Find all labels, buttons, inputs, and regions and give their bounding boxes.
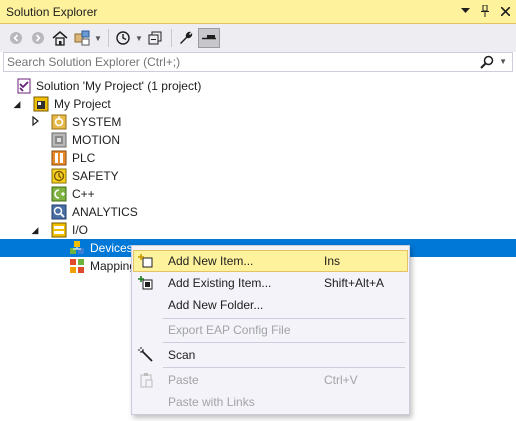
tree-item-label: ANALYTICS <box>72 205 138 219</box>
add-existing-item-icon <box>138 275 154 291</box>
tree-item-label: I/O <box>72 223 89 237</box>
tree-item-plc[interactable]: PLC <box>0 149 516 167</box>
preview-selected-items-icon[interactable] <box>198 28 220 48</box>
tree-item-io[interactable]: ◢ I/O <box>0 221 516 239</box>
search-options-dropdown-icon[interactable]: ▼ <box>499 54 507 70</box>
tree-item-label: MOTION <box>72 133 120 147</box>
collapse-all-icon[interactable] <box>145 28 165 48</box>
clipboard-icon <box>138 372 154 388</box>
magic-wand-icon <box>138 347 154 363</box>
toolbar-separator <box>171 29 172 47</box>
properties-icon[interactable] <box>176 28 196 48</box>
menu-item-paste[interactable]: Paste Ctrl+V <box>133 369 408 391</box>
menu-item-label: Scan <box>168 348 196 362</box>
menu-item-label: Add New Folder... <box>168 298 264 312</box>
system-icon <box>51 114 67 130</box>
plc-icon <box>51 150 67 166</box>
pin-icon[interactable] <box>478 4 492 18</box>
tree-item-label: SAFETY <box>72 169 119 183</box>
collapsed-arrow-icon[interactable] <box>30 115 40 128</box>
tree-item-project[interactable]: ◢ My Project <box>0 95 516 113</box>
menu-item-label: Paste <box>168 373 199 387</box>
project-icon <box>33 96 49 112</box>
menu-item-scan[interactable]: Scan <box>133 344 408 366</box>
menu-item-shortcut: Ins <box>324 254 341 268</box>
safety-icon <box>51 168 67 184</box>
forward-icon[interactable] <box>28 28 48 48</box>
switch-views-dropdown-icon[interactable]: ▼ <box>94 28 102 48</box>
io-icon <box>51 222 67 238</box>
menu-separator <box>163 342 405 343</box>
home-icon[interactable] <box>50 28 70 48</box>
solution-explorer-panel: Solution Explorer ▼ ▼ Search Solution Ex… <box>0 0 516 421</box>
search-box[interactable]: ▼ <box>3 52 513 72</box>
menu-item-label: Add Existing Item... <box>168 276 272 290</box>
menu-item-add-existing-item[interactable]: Add Existing Item... Shift+Alt+A <box>133 272 408 294</box>
tree-item-label: Solution 'My Project' (1 project) <box>36 79 202 93</box>
tree-item-label: C++ <box>72 187 95 201</box>
pending-changes-filter-icon[interactable] <box>113 28 133 48</box>
menu-item-paste-with-links[interactable]: Paste with Links <box>133 391 408 413</box>
motion-icon <box>51 132 67 148</box>
analytics-icon <box>51 204 67 220</box>
cpp-icon <box>51 186 67 202</box>
back-icon[interactable] <box>6 28 26 48</box>
toolbar: ▼ ▼ <box>0 24 516 52</box>
menu-item-label: Export EAP Config File <box>168 323 291 337</box>
panel-title: Solution Explorer <box>6 5 98 19</box>
devices-icon <box>69 240 85 256</box>
expanded-arrow-icon[interactable]: ◢ <box>30 224 40 236</box>
dropdown-arrow-icon[interactable] <box>458 4 472 18</box>
menu-item-add-new-folder[interactable]: Add New Folder... <box>133 294 408 316</box>
tree-item-label: SYSTEM <box>72 115 122 129</box>
tree-item-safety[interactable]: SAFETY <box>0 167 516 185</box>
tree-item-cpp[interactable]: C++ <box>0 185 516 203</box>
tree-item-label: Devices <box>90 241 133 255</box>
tree-item-solution[interactable]: Solution 'My Project' (1 project) <box>0 77 516 95</box>
close-icon[interactable] <box>498 4 512 18</box>
search-icon[interactable] <box>480 55 494 72</box>
context-menu: Add New Item... Ins Add Existing Item...… <box>131 245 410 415</box>
menu-item-label: Add New Item... <box>168 254 254 268</box>
tree-item-analytics[interactable]: ANALYTICS <box>0 203 516 221</box>
switch-views-icon[interactable] <box>72 28 92 48</box>
menu-item-export-eap-config-file[interactable]: Export EAP Config File <box>133 319 408 341</box>
title-bar: Solution Explorer <box>0 0 516 24</box>
menu-item-shortcut: Ctrl+V <box>324 373 358 387</box>
tree-item-label: PLC <box>72 151 96 165</box>
search-input[interactable] <box>7 54 477 70</box>
expanded-arrow-icon[interactable]: ◢ <box>12 98 22 110</box>
add-new-item-icon <box>138 253 154 269</box>
menu-item-shortcut: Shift+Alt+A <box>324 276 385 290</box>
mappings-icon <box>69 258 85 274</box>
solution-icon <box>16 78 32 94</box>
menu-item-add-new-item[interactable]: Add New Item... Ins <box>133 250 408 272</box>
filter-dropdown-icon[interactable]: ▼ <box>135 28 143 48</box>
menu-separator <box>163 367 405 368</box>
tree-item-label: My Project <box>54 97 111 111</box>
tree-item-system[interactable]: SYSTEM <box>0 113 516 131</box>
tree-item-motion[interactable]: MOTION <box>0 131 516 149</box>
menu-item-label: Paste with Links <box>168 395 255 409</box>
toolbar-separator <box>108 29 109 47</box>
